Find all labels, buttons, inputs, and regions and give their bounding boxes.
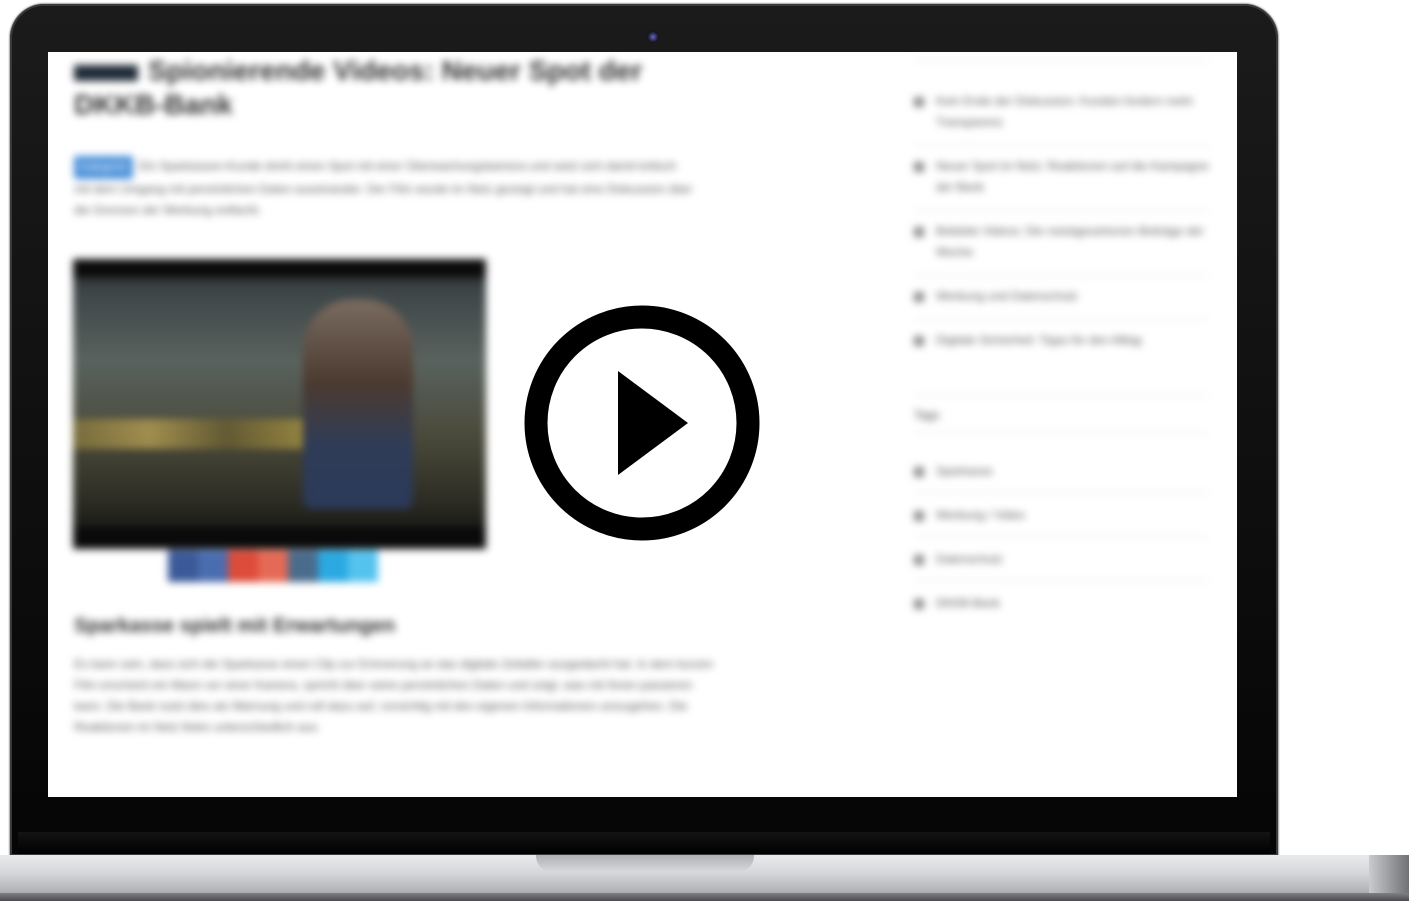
video-lights [73, 419, 303, 449]
article-title: Spionierende Videos: Neuer Spot der DKKB… [74, 54, 694, 122]
sidebar-divider [914, 580, 1209, 581]
sidebar-divider [914, 536, 1209, 537]
googleplus-count-button[interactable] [258, 550, 288, 582]
facebook-share-button[interactable] [168, 550, 198, 582]
video-topbar [73, 259, 486, 277]
sidebar: Kein Ende der Diskussion: Kunden fordern… [914, 52, 1209, 614]
article-lead: Kategorie Ein Sparkassen-Kunde dreht eine… [74, 156, 694, 221]
twitter-share-button[interactable] [318, 550, 348, 582]
sidebar-tag-link[interactable]: Datenschutz [914, 549, 1209, 570]
sidebar-divider [914, 145, 1209, 146]
googleplus-share-button[interactable] [228, 550, 258, 582]
twitter-count-button[interactable] [348, 550, 378, 582]
sidebar-section-title: Tags [914, 408, 940, 422]
bottom-bezel [18, 832, 1270, 854]
play-icon [524, 305, 760, 541]
linkedin-share-button[interactable] [288, 550, 318, 582]
article-body: Es kann sein, dass sich die Sparkasse ei… [74, 657, 714, 734]
sidebar-link[interactable]: Beliebte Videos: Die meistgesehenen Beit… [914, 221, 1209, 263]
title-thumbnail [74, 64, 138, 81]
sidebar-divider [914, 275, 1209, 276]
sidebar-tag-link[interactable]: Sparkasse [914, 461, 1209, 482]
video-controls-bar [73, 527, 486, 549]
play-button[interactable] [524, 305, 760, 541]
sidebar-divider [914, 492, 1209, 493]
video-thumbnail[interactable] [73, 259, 486, 549]
section-subheading: Sparkasse spielt mit Erwartungen [74, 615, 396, 637]
sidebar-divider [914, 319, 1209, 320]
laptop-opening-notch [536, 855, 754, 872]
facebook-like-button[interactable] [198, 550, 228, 582]
laptop-base-bottom [0, 893, 1409, 901]
sidebar-link[interactable]: Digitale Sicherheit: Tipps für den Allta… [914, 330, 1209, 351]
share-buttons [168, 550, 378, 582]
sidebar-divider [914, 210, 1209, 211]
article-lead-text: Ein Sparkassen-Kunde dreht einen Spot mi… [74, 159, 693, 217]
video-person [303, 299, 413, 509]
article-title-text: Spionierende Videos: Neuer Spot der DKKB… [74, 55, 643, 120]
sidebar-tag-link[interactable]: Werbung / Video [914, 505, 1209, 526]
category-tag[interactable]: Kategorie [74, 156, 134, 179]
sidebar-divider [914, 432, 1209, 433]
sidebar-link[interactable]: Neuer Spot im Netz: Reaktionen auf die K… [914, 156, 1209, 198]
sidebar-tag-link[interactable]: DKKB-Bank [914, 593, 1209, 614]
sidebar-link[interactable]: Kein Ende der Diskussion: Kunden fordern… [914, 91, 1209, 133]
webcam [647, 31, 659, 43]
sidebar-link[interactable]: Werbung und Datenschutz [914, 286, 1209, 307]
